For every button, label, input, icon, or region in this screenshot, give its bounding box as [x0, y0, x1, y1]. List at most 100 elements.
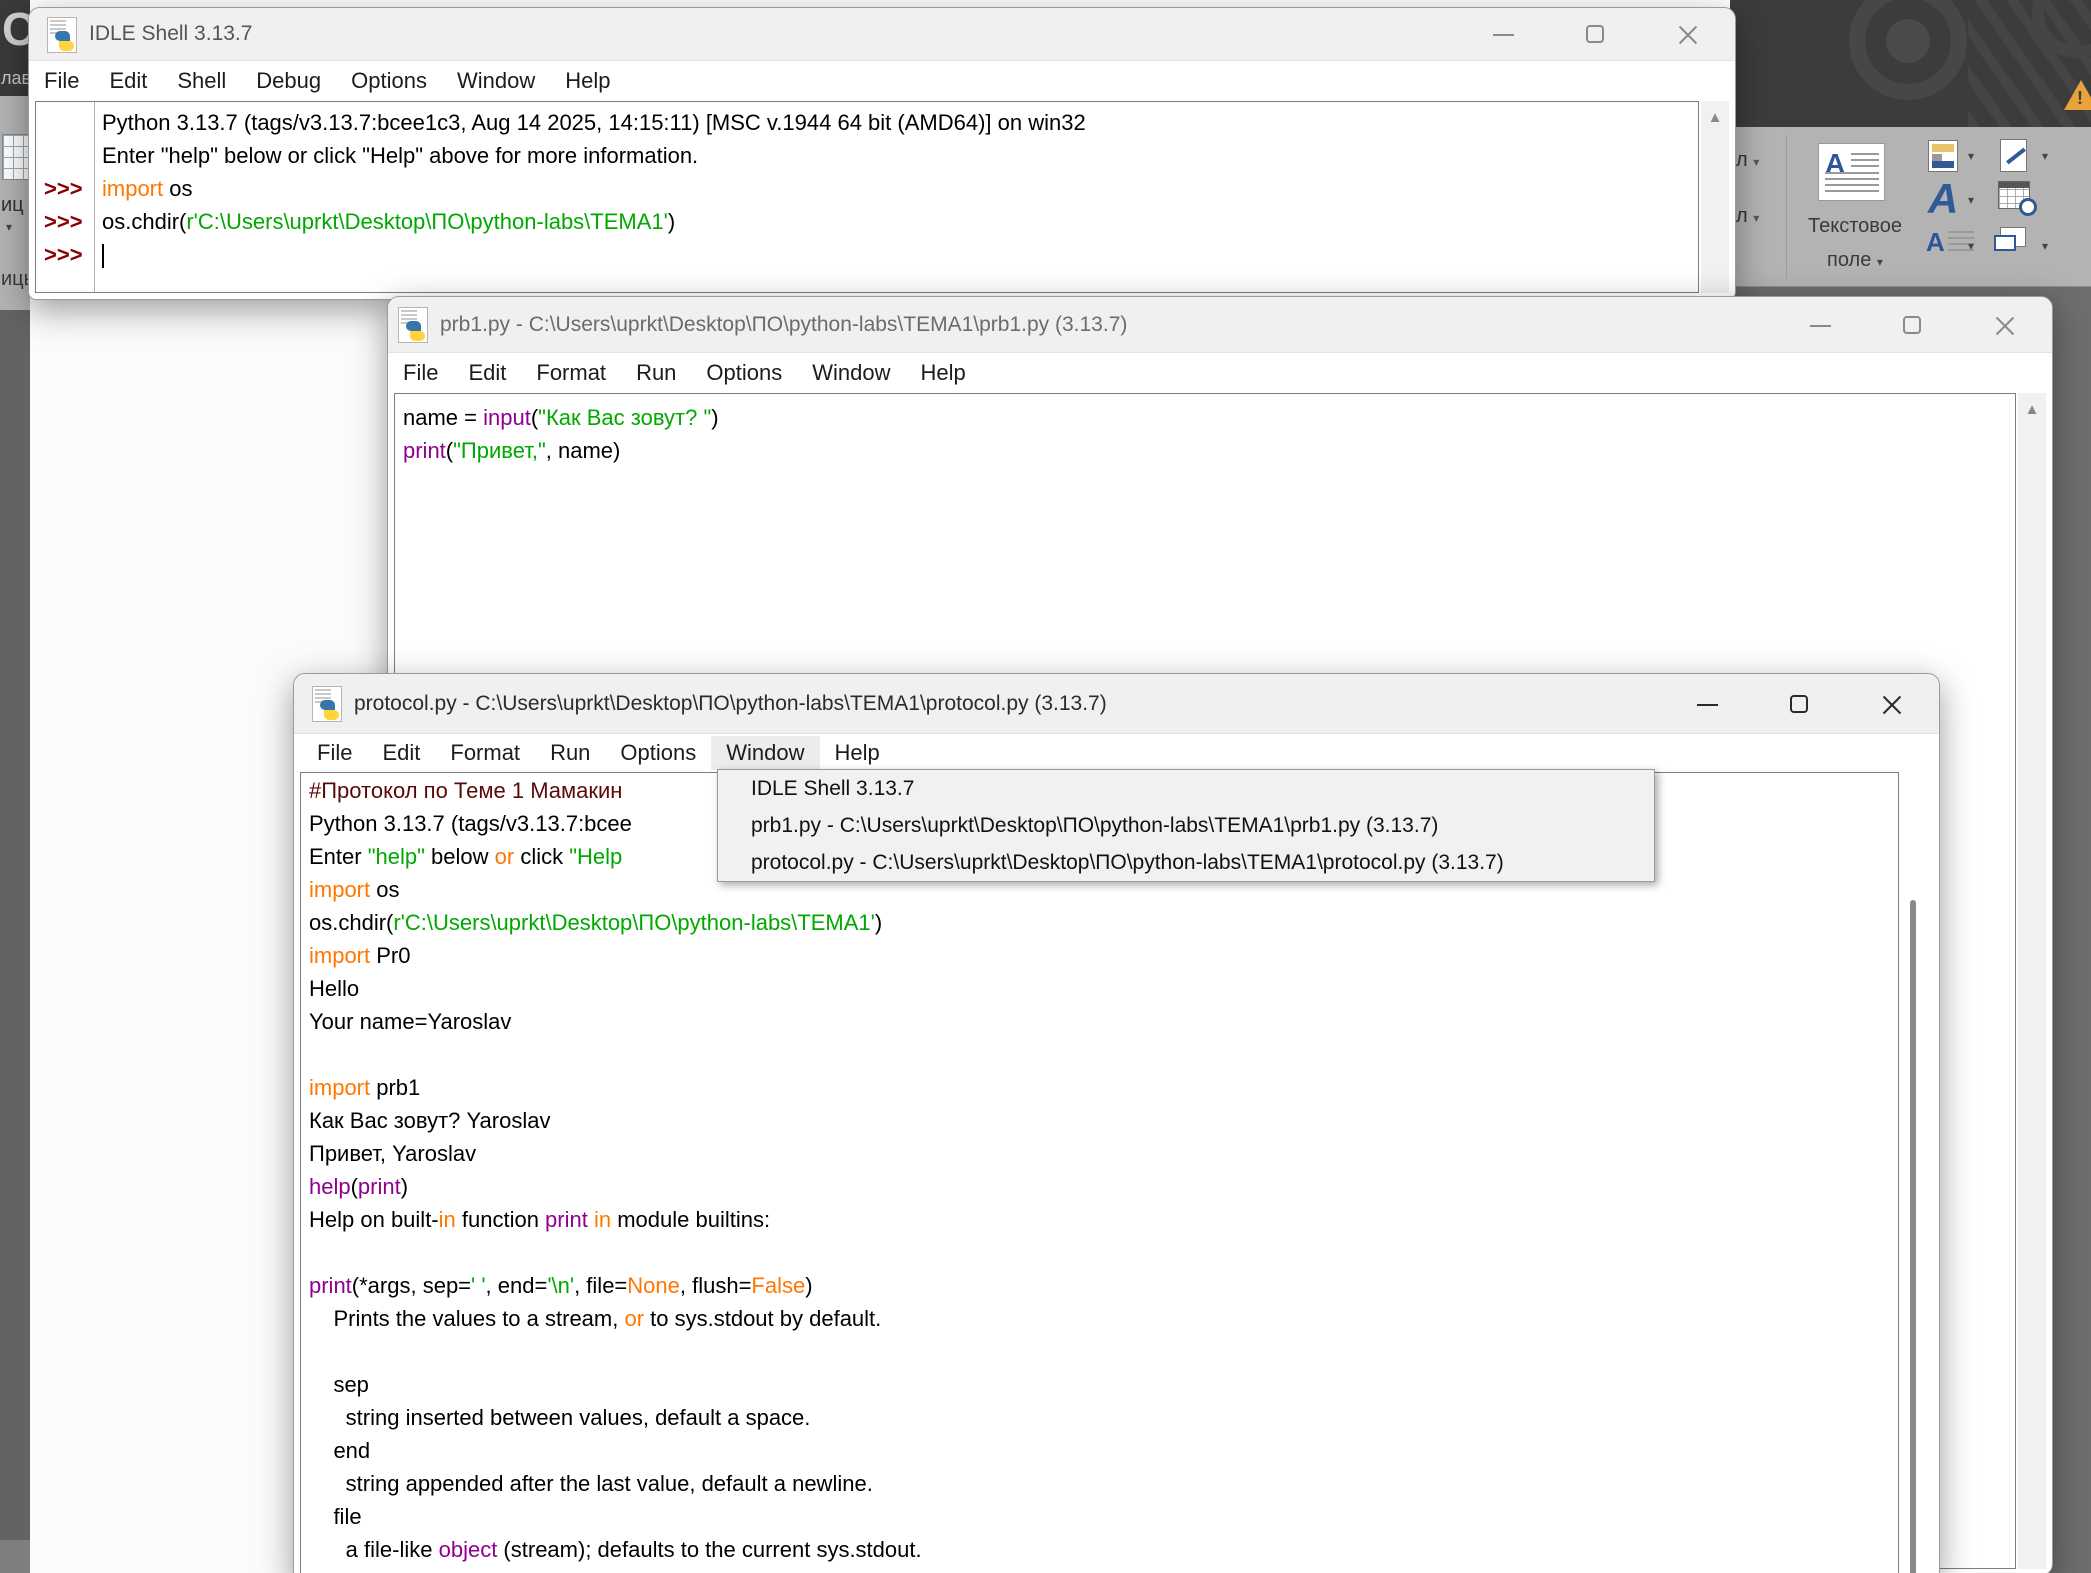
ribbon-partial-dropdown[interactable]: л ▾: [1736, 205, 1759, 228]
protocol-titlebar[interactable]: protocol.py - C:\Users\uprkt\Desktop\ПО\…: [294, 674, 1939, 734]
shell-scrollbar[interactable]: ▲: [1701, 101, 1729, 293]
menu-4[interactable]: Options: [605, 736, 711, 770]
shell-titlebar[interactable]: IDLE Shell 3.13.7: [29, 8, 1735, 61]
maximize-button[interactable]: [1769, 674, 1829, 733]
window-menu-item-2[interactable]: protocol.py - C:\Users\uprkt\Desktop\ПО\…: [718, 844, 1654, 881]
code-line: flush: [309, 1566, 922, 1573]
menu-6[interactable]: Help: [906, 356, 981, 390]
menu-3[interactable]: Run: [535, 736, 605, 770]
maximize-button[interactable]: [1882, 297, 1942, 352]
menu-1[interactable]: Edit: [94, 64, 162, 98]
menu-0[interactable]: File: [29, 64, 94, 98]
desktop: ! л ▾ л ▾ A Текстовое поле ▾ ▾ ▾ A ▾ A ▾…: [0, 0, 2091, 1573]
text-box-button-label[interactable]: поле ▾: [1790, 249, 1920, 272]
chevron-down-icon: ▾: [6, 220, 12, 234]
prompt-4[interactable]: >>>: [44, 238, 83, 271]
code-line: [309, 1335, 922, 1368]
protocol-text-area[interactable]: #Протокол по Теме 1 МамакинPython 3.13.7…: [300, 772, 1899, 1573]
menu-2[interactable]: Format: [435, 736, 535, 770]
decorative-dot: [1886, 19, 1930, 63]
wordart-icon[interactable]: A: [1928, 175, 1958, 223]
minimize-button[interactable]: [1790, 297, 1850, 352]
warning-icon[interactable]: !: [2064, 80, 2091, 110]
menu-3[interactable]: Run: [621, 356, 691, 390]
shell-text-area[interactable]: >>>>>>>>> Python 3.13.7 (tags/v3.13.7:bc…: [35, 101, 1699, 293]
prompt-1[interactable]: [44, 139, 83, 172]
prb1-menubar: FileEditFormatRunOptionsWindowHelp: [388, 353, 2052, 393]
chevron-down-icon: ▾: [1753, 211, 1759, 225]
ribbon-tab-partial[interactable]: лав: [1, 68, 30, 89]
shell-menubar: FileEditShellDebugOptionsWindowHelp: [29, 61, 1735, 101]
prompt-0[interactable]: [44, 106, 83, 139]
word-left-edge: C лав иц ▾ ицы: [0, 0, 30, 1573]
menu-0[interactable]: File: [388, 356, 453, 390]
scroll-up-icon[interactable]: ▲: [1701, 109, 1729, 126]
menu-4[interactable]: Options: [336, 64, 442, 98]
window-menu-item-0[interactable]: IDLE Shell 3.13.7: [718, 770, 1654, 807]
scroll-up-icon[interactable]: ▲: [2018, 401, 2046, 418]
close-button[interactable]: [1861, 674, 1921, 733]
protocol-code: #Протокол по Теме 1 МамакинPython 3.13.7…: [309, 774, 922, 1573]
menu-3[interactable]: Debug: [241, 64, 336, 98]
date-time-icon[interactable]: [1998, 181, 2030, 209]
quick-parts-icon[interactable]: [1928, 140, 1958, 172]
code-line: Python 3.13.7 (tags/v3.13.7:bcee1c3, Aug…: [102, 106, 1086, 139]
code-line: os.chdir(r'C:\Users\uprkt\Desktop\ПО\pyt…: [102, 205, 1086, 238]
signature-line-icon[interactable]: [2000, 139, 2027, 172]
table-button-label-partial[interactable]: иц: [1, 194, 24, 217]
idle-shell-window: IDLE Shell 3.13.7 FileEditShellDebugOpti…: [28, 7, 1736, 300]
prb1-code: name = input("Как Вас зовут? ")print("Пр…: [403, 401, 719, 467]
drop-cap-icon[interactable]: A: [1926, 227, 1945, 258]
code-line: Hello: [309, 972, 922, 1005]
code-line: import prb1: [309, 1071, 922, 1104]
maximize-button[interactable]: [1565, 8, 1625, 60]
text-box-icon[interactable]: A: [1818, 143, 1885, 201]
menu-5[interactable]: Window: [711, 736, 819, 770]
code-line: Enter "help" below or click "Help" above…: [102, 139, 1086, 172]
menu-4[interactable]: Options: [691, 356, 797, 390]
menu-1[interactable]: Edit: [367, 736, 435, 770]
text-box-button-label[interactable]: Текстовое: [1790, 215, 1920, 238]
code-line: [102, 238, 1086, 271]
ribbon-partial-dropdown[interactable]: л ▾: [1736, 149, 1759, 172]
window-menu-item-1[interactable]: prb1.py - C:\Users\uprkt\Desktop\ПО\pyth…: [718, 807, 1654, 844]
code-line: Prints the values to a stream, or to sys…: [309, 1302, 922, 1335]
menu-0[interactable]: File: [302, 736, 367, 770]
menu-2[interactable]: Format: [521, 356, 621, 390]
code-line: sep: [309, 1368, 922, 1401]
chevron-down-icon[interactable]: ▾: [2042, 239, 2048, 253]
close-button[interactable]: [1657, 8, 1717, 60]
shell-code: Python 3.13.7 (tags/v3.13.7:bcee1c3, Aug…: [102, 106, 1086, 271]
chevron-down-icon[interactable]: ▾: [1968, 193, 1974, 207]
shell-prompt-gutter: >>>>>>>>>: [44, 106, 83, 271]
ribbon-group-label-partial: ицы: [1, 268, 30, 291]
prb1-scrollbar[interactable]: ▲: [2018, 393, 2046, 1569]
chevron-down-icon[interactable]: ▾: [2042, 149, 2048, 163]
close-button[interactable]: [1974, 297, 2034, 352]
code-line: end: [309, 1434, 922, 1467]
menu-1[interactable]: Edit: [453, 356, 521, 390]
code-line: print(*args, sep=' ', end='\n', file=Non…: [309, 1269, 922, 1302]
chevron-down-icon[interactable]: ▾: [1968, 239, 1974, 253]
menu-5[interactable]: Window: [442, 64, 550, 98]
menu-2[interactable]: Shell: [162, 64, 241, 98]
minimize-button[interactable]: [1677, 674, 1737, 733]
ribbon-group-divider: [1786, 135, 1787, 279]
menu-6[interactable]: Help: [550, 64, 625, 98]
chevron-down-icon[interactable]: ▾: [1968, 149, 1974, 163]
prompt-3[interactable]: >>>: [44, 205, 83, 238]
code-line: [309, 1038, 922, 1071]
menu-5[interactable]: Window: [797, 356, 905, 390]
code-line: Your name=Yaroslav: [309, 1005, 922, 1038]
window-title: IDLE Shell 3.13.7: [89, 22, 252, 46]
minimize-button[interactable]: [1473, 8, 1533, 60]
prb1-titlebar[interactable]: prb1.py - C:\Users\uprkt\Desktop\ПО\pyth…: [388, 297, 2052, 353]
window-menu-dropdown: IDLE Shell 3.13.7prb1.py - C:\Users\uprk…: [717, 769, 1655, 882]
prompt-2[interactable]: >>>: [44, 172, 83, 205]
code-line: a file-like object (stream); defaults to…: [309, 1533, 922, 1566]
protocol-scrollbar-thumb[interactable]: [1910, 900, 1916, 1573]
code-line: print("Привет,", name): [403, 434, 719, 467]
code-line: import os: [102, 172, 1086, 205]
table-grid-icon[interactable]: [2, 134, 30, 180]
menu-6[interactable]: Help: [820, 736, 895, 770]
